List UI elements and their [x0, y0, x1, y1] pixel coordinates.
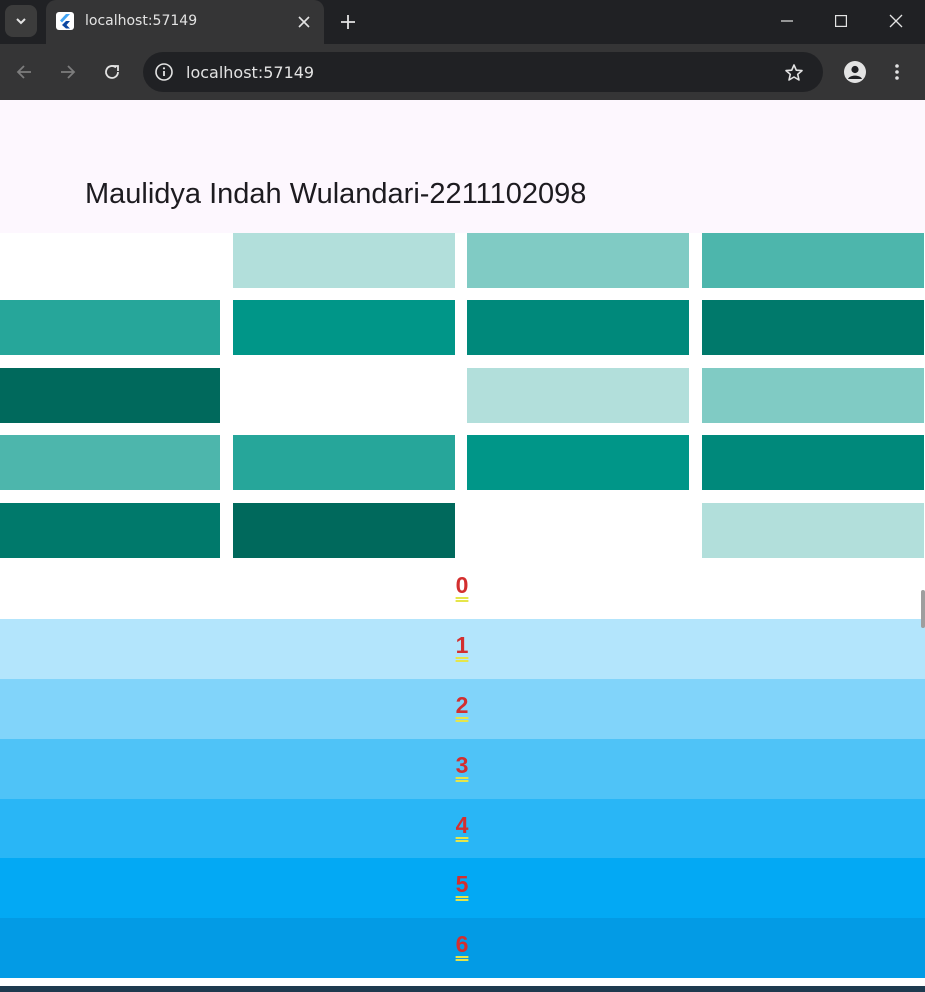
- list-item-label: 3: [455, 752, 469, 778]
- arrow-right-icon: [61, 65, 76, 79]
- grid-tile: [233, 233, 455, 288]
- grid-tile: [233, 503, 455, 558]
- profile-button[interactable]: [840, 57, 870, 87]
- list-item: 4: [0, 799, 925, 859]
- list-item-label: 4: [455, 812, 469, 838]
- list-item-label: 6: [455, 931, 469, 957]
- tab-search-button[interactable]: [5, 5, 37, 37]
- grid-tile: [702, 233, 924, 288]
- new-tab-button[interactable]: [334, 8, 362, 36]
- taskbar-edge: [0, 986, 925, 992]
- close-icon: [298, 16, 310, 28]
- tab-close-button[interactable]: [293, 11, 315, 33]
- tab-title: localhost:57149: [85, 13, 198, 29]
- grid-tile: [233, 300, 455, 355]
- reload-button[interactable]: [97, 57, 127, 87]
- list-item-label: 0: [455, 572, 469, 598]
- grid-tile: [0, 435, 220, 490]
- plus-icon: [341, 15, 355, 29]
- arrow-left-icon: [16, 65, 31, 79]
- chevron-down-icon: [16, 18, 26, 25]
- address-bar[interactable]: localhost:57149: [143, 52, 823, 92]
- reload-icon: [105, 65, 119, 79]
- browser-tab[interactable]: localhost:57149: [46, 0, 324, 44]
- maximize-button[interactable]: [818, 6, 864, 36]
- more-vert-icon: [895, 64, 899, 80]
- grid-tile: [0, 300, 220, 355]
- close-window-button[interactable]: [873, 6, 919, 36]
- tab-strip: localhost:57149: [0, 0, 925, 44]
- list-item: 1: [0, 619, 925, 679]
- grid-tile: [702, 300, 924, 355]
- grid-tile: [467, 300, 689, 355]
- app-bar: Maulidya Indah Wulandari-2211102098: [0, 100, 925, 233]
- list-item: 0: [0, 559, 925, 619]
- info-icon[interactable]: [153, 61, 175, 83]
- profile-icon: [844, 61, 866, 83]
- minimize-icon: [781, 20, 793, 22]
- list-item: 3: [0, 739, 925, 799]
- browser-menu-button[interactable]: [882, 57, 912, 87]
- grid-tile: [233, 368, 455, 423]
- grid-tile: [0, 503, 220, 558]
- list-item-label: 1: [455, 632, 469, 658]
- grid-tile: [702, 368, 924, 423]
- list-item: 2: [0, 679, 925, 739]
- grid-tile: [233, 435, 455, 490]
- grid-tile: [467, 435, 689, 490]
- grid-tile: [702, 503, 924, 558]
- scrollbar[interactable]: [921, 590, 925, 628]
- close-icon: [889, 14, 903, 28]
- url-text: localhost:57149: [186, 63, 315, 82]
- page-title: Maulidya Indah Wulandari-2211102098: [85, 178, 587, 210]
- flutter-icon: [56, 12, 74, 30]
- star-icon[interactable]: [781, 60, 807, 86]
- back-button[interactable]: [9, 57, 39, 87]
- list-item-label: 5: [455, 871, 469, 897]
- grid-tile: [0, 233, 220, 288]
- grid-tile: [467, 233, 689, 288]
- grid-tile: [467, 503, 689, 558]
- grid-tile: [702, 435, 924, 490]
- list-item-label: 2: [455, 692, 469, 718]
- maximize-icon: [835, 15, 847, 27]
- forward-button[interactable]: [53, 57, 83, 87]
- grid-tile: [467, 368, 689, 423]
- list-item: 5: [0, 858, 925, 918]
- list-item: 6: [0, 918, 925, 978]
- grid-tile: [0, 368, 220, 423]
- minimize-button[interactable]: [764, 6, 810, 36]
- browser-toolbar: localhost:57149: [0, 44, 925, 100]
